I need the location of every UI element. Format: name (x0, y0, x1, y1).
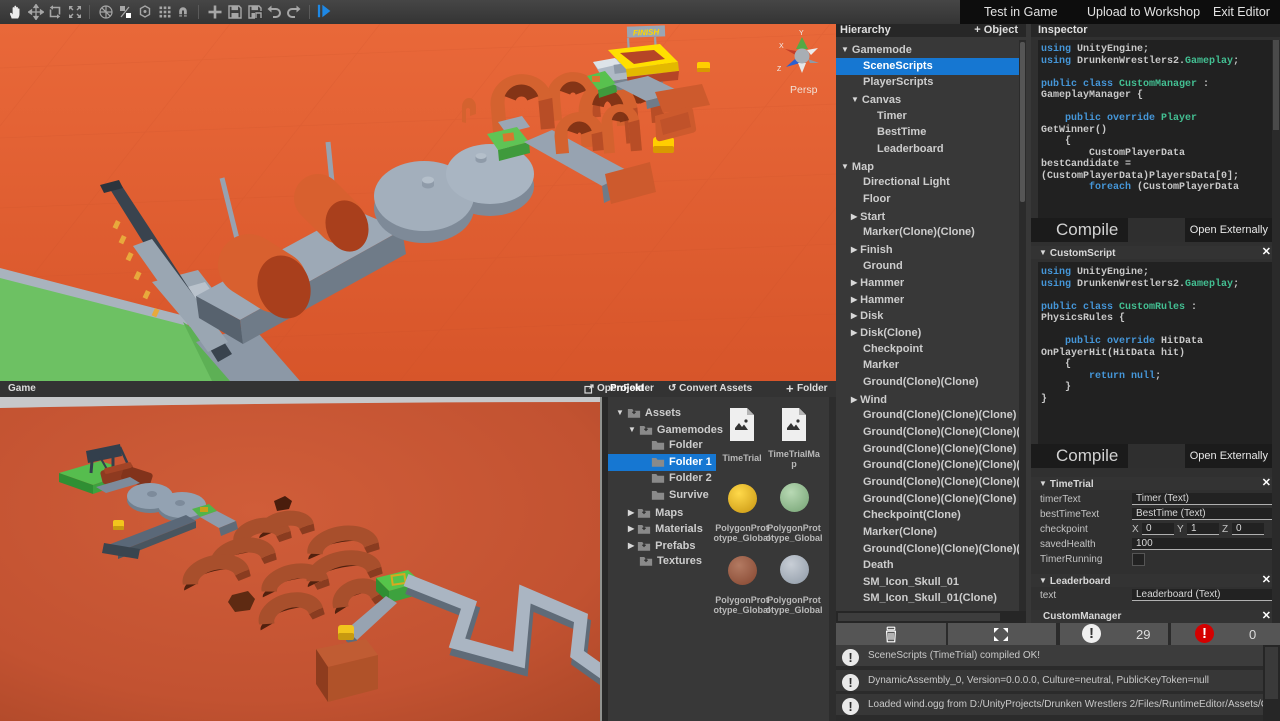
svg-text:Z: Z (777, 66, 782, 73)
svg-text:X: X (779, 43, 784, 50)
svg-text:Y: Y (799, 30, 804, 37)
svg-text:FINISH: FINISH (633, 28, 660, 38)
svg-text:Persp: Persp (790, 84, 818, 96)
